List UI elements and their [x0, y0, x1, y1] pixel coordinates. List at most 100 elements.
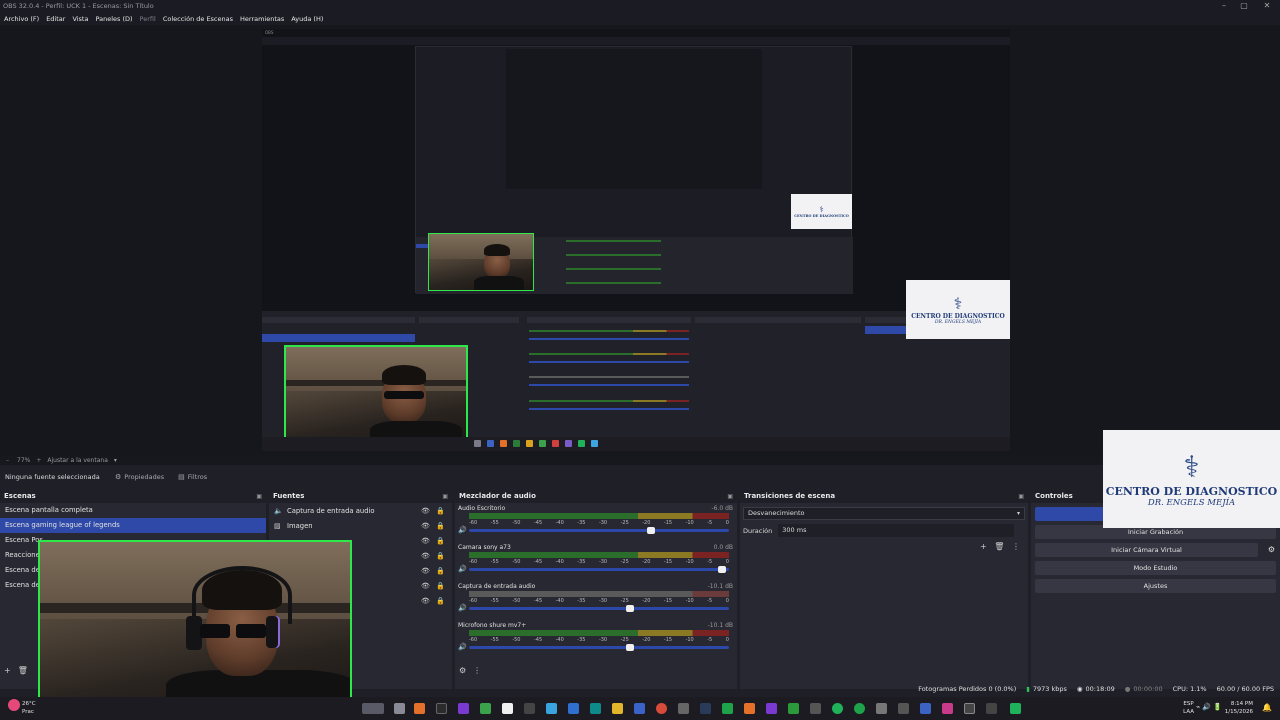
- eye-icon[interactable]: 👁: [421, 507, 430, 515]
- app-icon[interactable]: [876, 703, 887, 714]
- eye-icon[interactable]: 👁: [421, 582, 430, 590]
- zoom-out-icon[interactable]: –: [6, 457, 9, 464]
- lock-icon[interactable]: 🔒: [436, 522, 445, 530]
- app-icon[interactable]: [766, 703, 777, 714]
- lock-icon[interactable]: 🔒: [436, 567, 445, 575]
- app-icon[interactable]: [414, 703, 425, 714]
- app-icon[interactable]: [458, 703, 469, 714]
- weather-widget[interactable]: 26°C Prac: [22, 700, 36, 716]
- obs-icon[interactable]: [964, 703, 975, 714]
- app-icon[interactable]: [920, 703, 931, 714]
- menu-vista[interactable]: Vista: [72, 15, 88, 23]
- lock-icon[interactable]: 🔒: [436, 507, 445, 515]
- menu-ayuda[interactable]: Ayuda (H): [291, 15, 323, 23]
- source-item[interactable]: 🔈 Captura de entrada audio 👁 🔒: [269, 503, 452, 518]
- folder-icon[interactable]: [612, 703, 623, 714]
- app-icon[interactable]: [502, 703, 513, 714]
- zoom-mode[interactable]: Ajustar a la ventana: [47, 457, 108, 464]
- app-icon[interactable]: [524, 703, 535, 714]
- app-icon[interactable]: [436, 703, 447, 714]
- preview-canvas[interactable]: OBS ⚕ CENTRO DE DIAGNOSTICO ⚕ CENTRO DE …: [262, 29, 1010, 451]
- add-icon[interactable]: +: [4, 666, 11, 675]
- scene-item[interactable]: Escena pantalla completa: [0, 503, 266, 518]
- app-icon[interactable]: [546, 703, 557, 714]
- fader-knob[interactable]: [646, 527, 655, 534]
- undock-icon[interactable]: ▣: [1018, 493, 1024, 500]
- close-icon[interactable]: ✕: [1256, 0, 1278, 12]
- chevron-down-icon[interactable]: ▾: [114, 457, 117, 464]
- menu-paneles[interactable]: Paneles (D): [95, 15, 132, 23]
- lock-icon[interactable]: 🔒: [436, 597, 445, 605]
- app-icon[interactable]: [678, 703, 689, 714]
- lock-icon[interactable]: 🔒: [436, 537, 445, 545]
- source-item[interactable]: ▨ Imagen 👁 🔒: [269, 518, 452, 533]
- menu-archivo[interactable]: Archivo (F): [4, 15, 39, 23]
- steam-icon[interactable]: [700, 703, 711, 714]
- properties-button[interactable]: ⚙ Propiedades: [115, 473, 164, 481]
- app-icon[interactable]: [744, 703, 755, 714]
- volume-fader[interactable]: [469, 568, 729, 571]
- mute-icon[interactable]: 🔊: [458, 643, 467, 651]
- duration-input[interactable]: 300 ms: [778, 524, 1015, 537]
- menu-editar[interactable]: Editar: [46, 15, 65, 23]
- lock-icon[interactable]: 🔒: [436, 582, 445, 590]
- app-icon[interactable]: [634, 703, 645, 714]
- chrome-icon[interactable]: [656, 703, 667, 714]
- eye-icon[interactable]: 👁: [421, 567, 430, 575]
- more-icon[interactable]: ⋮: [473, 666, 481, 675]
- settings-button[interactable]: Ajustes: [1035, 579, 1276, 593]
- mute-icon[interactable]: 🔊: [458, 565, 467, 573]
- undock-icon[interactable]: ▣: [256, 493, 262, 500]
- scene-item-selected[interactable]: Escena gaming league of legends: [0, 518, 266, 533]
- gear-icon[interactable]: ⚙: [1268, 543, 1275, 557]
- fader-knob[interactable]: [718, 566, 727, 573]
- menu-herramientas[interactable]: Herramientas: [240, 15, 284, 23]
- weather-icon[interactable]: [8, 699, 20, 711]
- app-icon[interactable]: [898, 703, 909, 714]
- menu-coleccion[interactable]: Colección de Escenas: [163, 15, 233, 23]
- xbox-icon[interactable]: [788, 703, 799, 714]
- whatsapp-icon[interactable]: [854, 703, 865, 714]
- mute-icon[interactable]: 🔊: [458, 526, 467, 534]
- app-icon[interactable]: [810, 703, 821, 714]
- zoom-in-icon[interactable]: +: [36, 457, 41, 464]
- add-icon[interactable]: +: [980, 542, 987, 551]
- studio-mode-button[interactable]: Modo Estudio: [1035, 561, 1276, 575]
- eye-icon[interactable]: 👁: [421, 522, 430, 530]
- filters-button[interactable]: ▤ Filtros: [178, 473, 207, 481]
- volume-fader[interactable]: [469, 607, 729, 610]
- eye-icon[interactable]: 👁: [421, 552, 430, 560]
- app-icon[interactable]: [568, 703, 579, 714]
- virtual-camera-button[interactable]: Iniciar Cámara Virtual ⚙: [1035, 543, 1275, 557]
- edge-icon[interactable]: [590, 703, 601, 714]
- language-indicator[interactable]: ESP LAA: [1183, 700, 1194, 716]
- search-icon[interactable]: [394, 703, 405, 714]
- app-icon[interactable]: [1010, 703, 1021, 714]
- tray-icons[interactable]: ⌁ 🔊 🔋: [1196, 703, 1222, 711]
- app-icon[interactable]: [480, 703, 491, 714]
- eye-icon[interactable]: 👁: [421, 537, 430, 545]
- taskbar-clock[interactable]: 8:14 PM 1/15/2026: [1225, 700, 1253, 716]
- fader-knob[interactable]: [626, 605, 635, 612]
- trash-icon[interactable]: 🗑: [994, 542, 1004, 551]
- transition-select[interactable]: Desvanecimiento ▾: [743, 507, 1025, 520]
- trash-icon[interactable]: 🗑: [18, 666, 28, 675]
- advanced-audio-icon[interactable]: ⚙: [459, 666, 466, 675]
- instagram-icon[interactable]: [942, 703, 953, 714]
- notification-icon[interactable]: 🔔: [1262, 703, 1272, 712]
- menu-perfil[interactable]: Perfil: [140, 15, 156, 23]
- lock-icon[interactable]: 🔒: [436, 552, 445, 560]
- mute-icon[interactable]: 🔊: [458, 604, 467, 612]
- volume-fader[interactable]: [469, 646, 729, 649]
- app-icon[interactable]: [986, 703, 997, 714]
- maximize-icon[interactable]: ▢: [1233, 0, 1255, 12]
- minimize-icon[interactable]: –: [1213, 0, 1235, 12]
- app-icon[interactable]: [722, 703, 733, 714]
- fader-knob[interactable]: [626, 644, 635, 651]
- undock-icon[interactable]: ▣: [442, 493, 448, 500]
- spotify-icon[interactable]: [832, 703, 843, 714]
- volume-fader[interactable]: [469, 529, 729, 532]
- start-icon[interactable]: [362, 703, 384, 714]
- more-icon[interactable]: ⋮: [1012, 542, 1020, 551]
- eye-icon[interactable]: 👁: [421, 597, 430, 605]
